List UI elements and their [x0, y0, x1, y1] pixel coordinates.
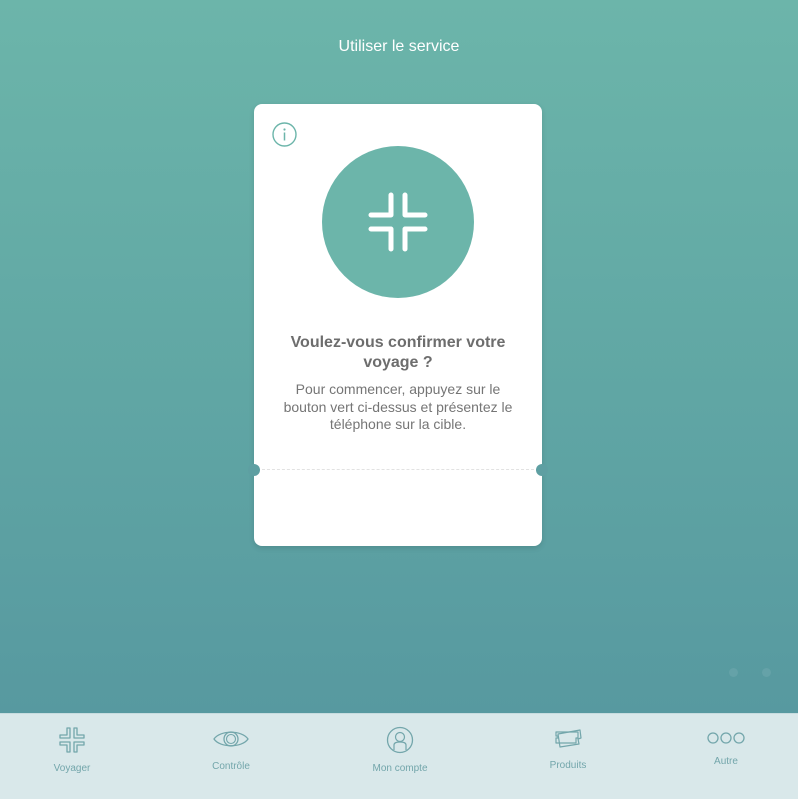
ticket-divider [262, 469, 534, 470]
tab-label: Contrôle [212, 761, 250, 772]
page-title: Utiliser le service [338, 38, 460, 55]
card-title: Voulez-vous confirmer votre voyage ? [290, 334, 506, 371]
validate-button[interactable] [322, 146, 474, 298]
tab-controle[interactable]: Contrôle [166, 714, 296, 799]
bottom-tab-bar: Voyager Contrôle Mon compte Produits Aut… [0, 713, 798, 799]
more-icon [661, 731, 791, 745]
validate-arrows-icon [368, 192, 428, 252]
main-screen: Utiliser le service Voulez-vous confirme… [0, 0, 798, 713]
info-icon[interactable] [272, 122, 297, 147]
tickets-icon [503, 726, 633, 752]
ticket-notch-left [248, 464, 260, 476]
validation-card: Voulez-vous confirmer votre voyage ? Pou… [248, 104, 548, 546]
tab-produits[interactable]: Produits [503, 714, 633, 799]
tab-autre[interactable]: Autre [661, 714, 791, 799]
tab-voyager[interactable]: Voyager [7, 714, 137, 799]
tab-label: Mon compte [372, 763, 428, 774]
ticket-notch-right [536, 464, 548, 476]
pager-dot[interactable] [762, 668, 771, 677]
eye-icon [166, 726, 296, 752]
voyager-icon [7, 726, 137, 754]
tab-label: Autre [714, 756, 738, 767]
pager-dot[interactable] [729, 668, 738, 677]
card-instructions: Pour commencer, appuyez sur le bouton ve… [283, 381, 513, 432]
tab-mon-compte[interactable]: Mon compte [335, 714, 465, 799]
tab-label: Produits [549, 760, 587, 771]
tab-label: Voyager [53, 763, 91, 774]
user-icon [335, 726, 465, 754]
